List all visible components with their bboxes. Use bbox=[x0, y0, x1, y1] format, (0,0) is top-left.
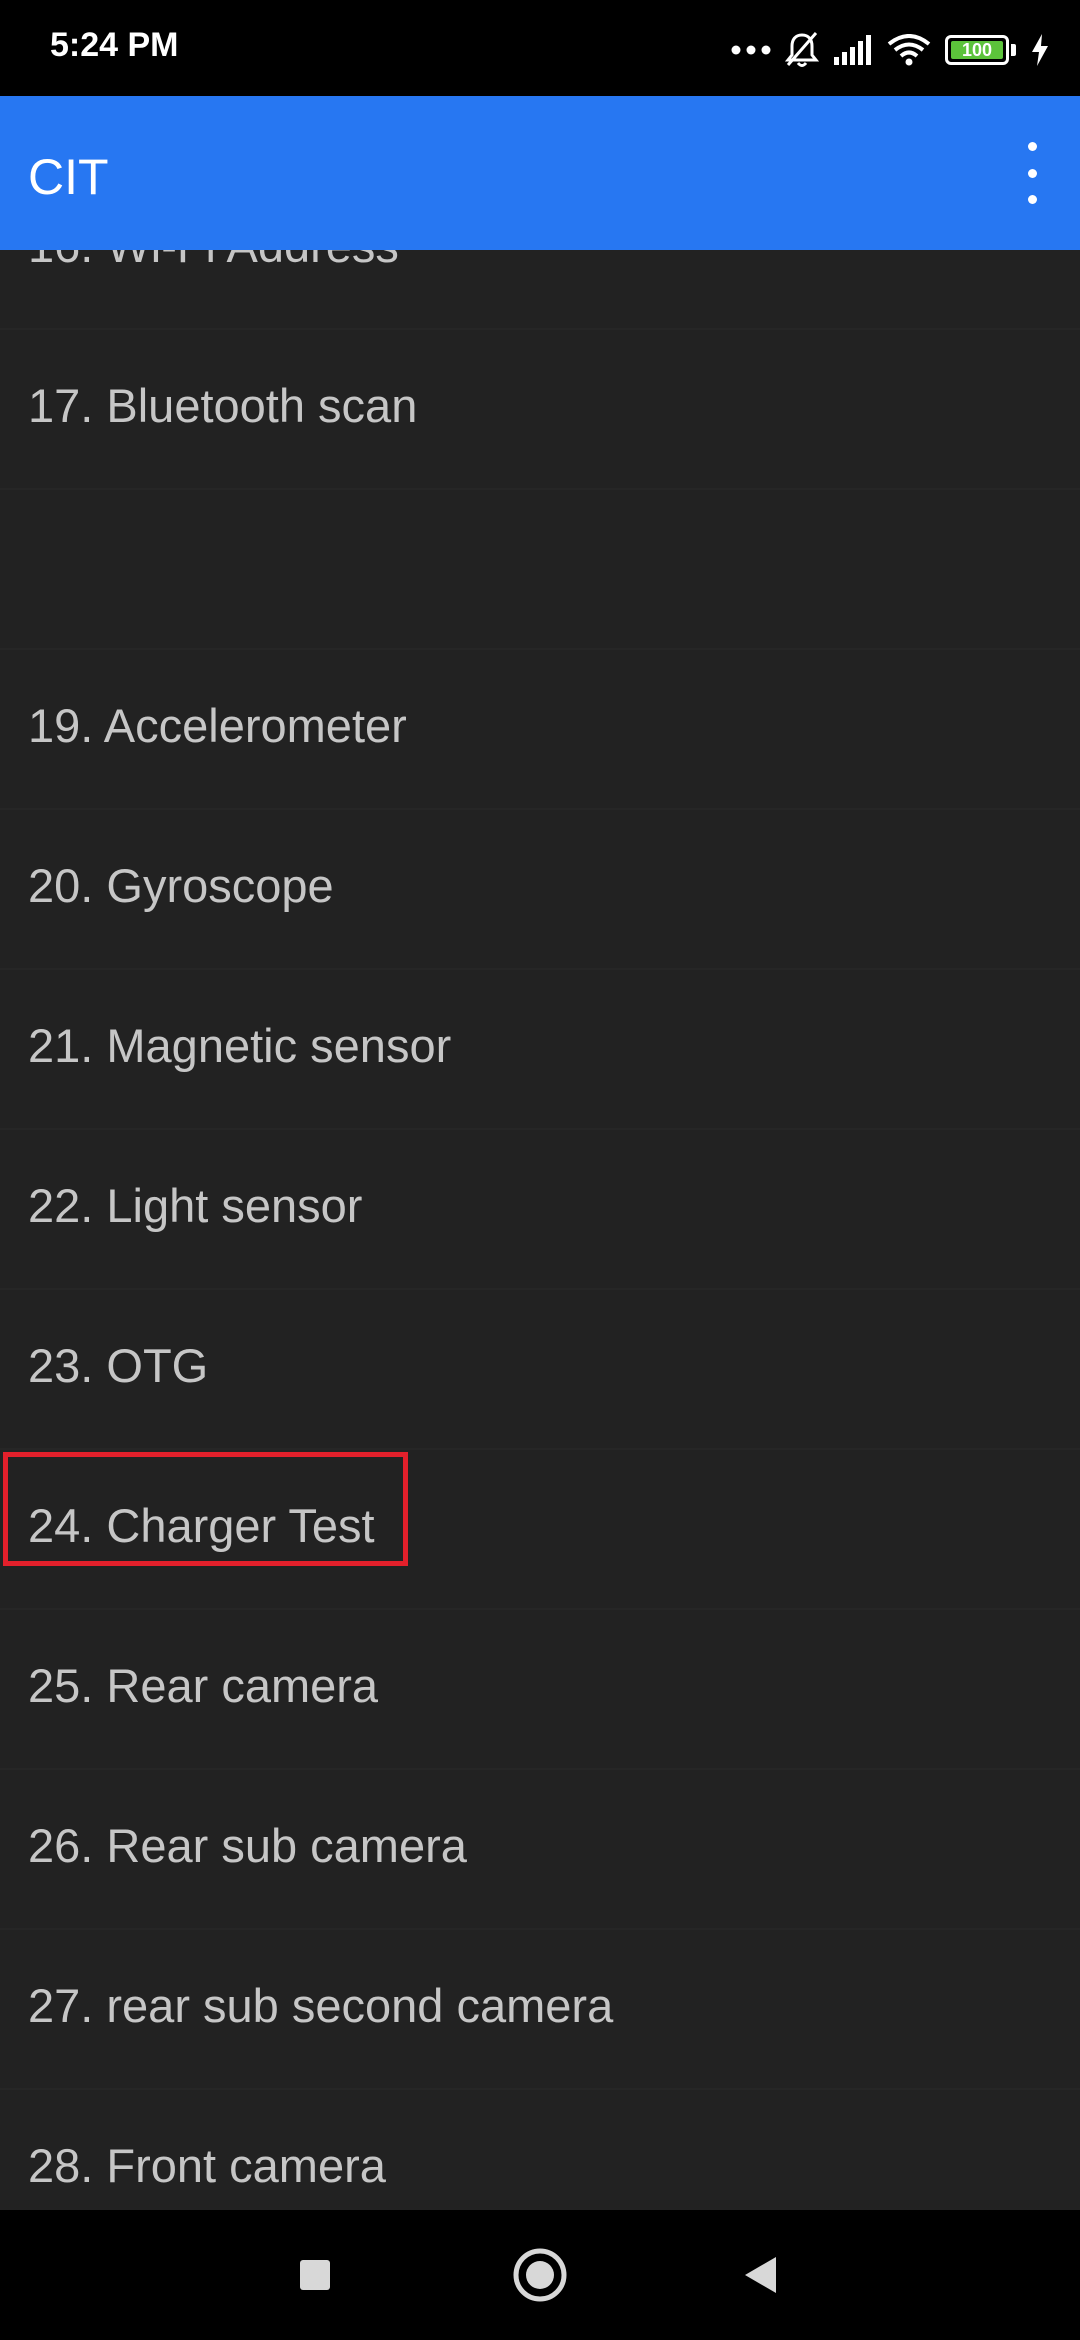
list-item[interactable]: 21. Magnetic sensor bbox=[0, 970, 1080, 1130]
overflow-menu-icon[interactable] bbox=[1012, 142, 1052, 204]
recents-button[interactable] bbox=[255, 2210, 375, 2340]
highlight-box bbox=[3, 1452, 408, 1566]
list-item[interactable]: 25. Rear camera bbox=[0, 1610, 1080, 1770]
list-item[interactable] bbox=[0, 490, 1080, 650]
list-item[interactable]: 27. rear sub second camera bbox=[0, 1930, 1080, 2090]
battery-icon: 100 bbox=[945, 35, 1009, 65]
charging-icon bbox=[1032, 34, 1048, 66]
status-icons: 100 bbox=[731, 28, 1050, 72]
list-item[interactable]: 28. Front camera bbox=[0, 2090, 1080, 2210]
list-item-label: 20. Gyroscope bbox=[28, 859, 334, 912]
list-item[interactable]: 17. Bluetooth scan bbox=[0, 330, 1080, 490]
wifi-icon bbox=[887, 34, 931, 66]
list-item-label: 21. Magnetic sensor bbox=[28, 1019, 452, 1072]
back-button[interactable] bbox=[700, 2210, 820, 2340]
list-item[interactable]: 19. Accelerometer bbox=[0, 650, 1080, 810]
battery-nub bbox=[1011, 44, 1016, 56]
navigation-bar bbox=[0, 2210, 1080, 2340]
home-circle-icon bbox=[513, 2248, 567, 2302]
app-bar: CIT bbox=[0, 96, 1080, 250]
list-item-label: 23. OTG bbox=[28, 1339, 209, 1392]
list-item-label: 25. Rear camera bbox=[28, 1659, 379, 1712]
list-item-label: 26. Rear sub camera bbox=[28, 1819, 467, 1872]
signal-icon bbox=[834, 35, 871, 65]
bell-off-icon bbox=[785, 32, 819, 67]
home-button[interactable] bbox=[480, 2210, 600, 2340]
status-bar: 5:24 PM 100 bbox=[0, 0, 1080, 96]
battery-level: 100 bbox=[961, 39, 993, 60]
list-item-label: 19. Accelerometer bbox=[28, 699, 407, 752]
list-item-label: 22. Light sensor bbox=[28, 1179, 363, 1232]
back-triangle-icon bbox=[745, 2257, 776, 2293]
list-item-label: 27. rear sub second camera bbox=[28, 1979, 614, 2032]
list-item-label: 17. Bluetooth scan bbox=[28, 379, 418, 432]
list-item[interactable]: 26. Rear sub camera bbox=[0, 1770, 1080, 1930]
list-item-label: 16. Wi-Fi Address bbox=[28, 250, 399, 273]
recents-square-icon bbox=[300, 2260, 330, 2290]
list-item[interactable]: 20. Gyroscope bbox=[0, 810, 1080, 970]
list-item-light-sensor[interactable]: 22. Light sensor bbox=[0, 1130, 1080, 1290]
list-item[interactable]: 16. Wi-Fi Address bbox=[0, 250, 1080, 330]
list-item-label: 28. Front camera bbox=[28, 2139, 386, 2192]
more-dots-icon bbox=[731, 45, 771, 55]
app-title: CIT bbox=[28, 149, 109, 205]
test-list[interactable]: 16. Wi-Fi Address 17. Bluetooth scan 19.… bbox=[0, 250, 1080, 2210]
list-item[interactable]: 23. OTG bbox=[0, 1290, 1080, 1450]
status-time: 5:24 PM bbox=[50, 26, 179, 64]
